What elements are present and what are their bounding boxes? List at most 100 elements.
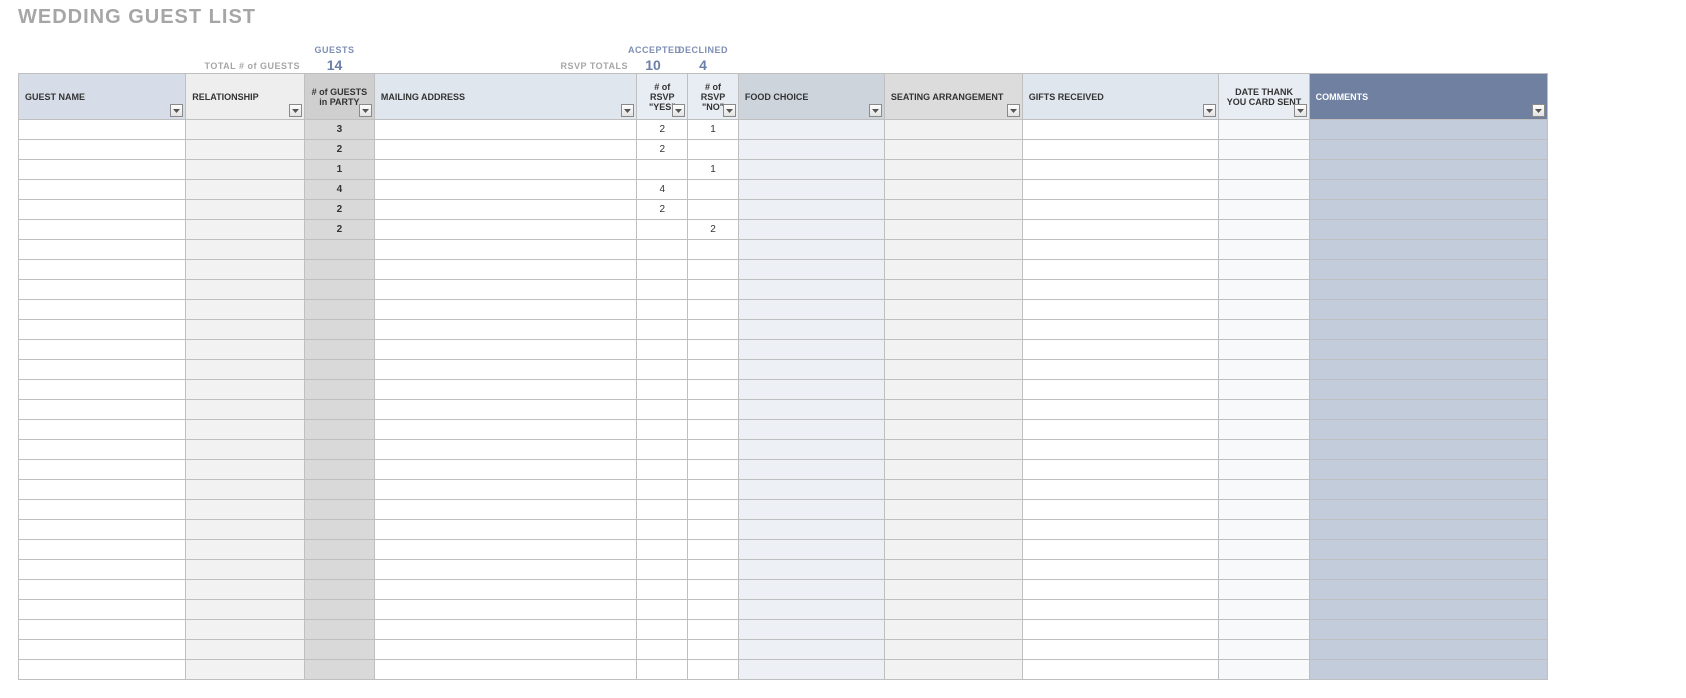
cell-food[interactable]	[738, 500, 884, 520]
cell-seat[interactable]	[884, 660, 1022, 680]
cell-seat[interactable]	[884, 220, 1022, 240]
cell-guest-name[interactable]	[19, 240, 186, 260]
cell-guest-name[interactable]	[19, 140, 186, 160]
cell-mail[interactable]	[374, 540, 637, 560]
cell-yes[interactable]	[637, 600, 688, 620]
cell-no[interactable]	[688, 200, 739, 220]
cell-relationship[interactable]	[186, 660, 305, 680]
cell-gift[interactable]	[1022, 260, 1219, 280]
cell-food[interactable]	[738, 360, 884, 380]
cell-mail[interactable]	[374, 440, 637, 460]
cell-guest-name[interactable]	[19, 660, 186, 680]
cell-comm[interactable]	[1309, 280, 1547, 300]
cell-yes[interactable]	[637, 260, 688, 280]
cell-relationship[interactable]	[186, 440, 305, 460]
cell-gift[interactable]	[1022, 360, 1219, 380]
cell-relationship[interactable]	[186, 220, 305, 240]
cell-gift[interactable]	[1022, 520, 1219, 540]
cell-thank[interactable]	[1219, 660, 1309, 680]
cell-gift[interactable]	[1022, 420, 1219, 440]
cell-yes[interactable]	[637, 380, 688, 400]
cell-thank[interactable]	[1219, 420, 1309, 440]
cell-relationship[interactable]	[186, 300, 305, 320]
cell-seat[interactable]	[884, 560, 1022, 580]
cell-gift[interactable]	[1022, 300, 1219, 320]
cell-no[interactable]	[688, 380, 739, 400]
cell-food[interactable]	[738, 420, 884, 440]
filter-icon[interactable]	[1294, 104, 1307, 117]
cell-guest-name[interactable]	[19, 160, 186, 180]
cell-party[interactable]	[304, 520, 374, 540]
cell-guest-name[interactable]	[19, 620, 186, 640]
cell-gift[interactable]	[1022, 440, 1219, 460]
cell-seat[interactable]	[884, 160, 1022, 180]
filter-icon[interactable]	[869, 104, 882, 117]
cell-relationship[interactable]	[186, 180, 305, 200]
cell-seat[interactable]	[884, 480, 1022, 500]
cell-seat[interactable]	[884, 440, 1022, 460]
cell-seat[interactable]	[884, 600, 1022, 620]
cell-mail[interactable]	[374, 160, 637, 180]
cell-mail[interactable]	[374, 340, 637, 360]
table-row[interactable]: 321	[19, 120, 1548, 140]
table-row[interactable]	[19, 560, 1548, 580]
cell-guest-name[interactable]	[19, 360, 186, 380]
cell-food[interactable]	[738, 260, 884, 280]
cell-gift[interactable]	[1022, 540, 1219, 560]
cell-seat[interactable]	[884, 640, 1022, 660]
cell-relationship[interactable]	[186, 460, 305, 480]
cell-mail[interactable]	[374, 580, 637, 600]
cell-party[interactable]: 4	[304, 180, 374, 200]
cell-yes[interactable]	[637, 540, 688, 560]
cell-no[interactable]	[688, 600, 739, 620]
cell-no[interactable]	[688, 440, 739, 460]
cell-gift[interactable]	[1022, 120, 1219, 140]
table-row[interactable]	[19, 620, 1548, 640]
cell-thank[interactable]	[1219, 620, 1309, 640]
cell-gift[interactable]	[1022, 500, 1219, 520]
filter-icon[interactable]	[289, 104, 302, 117]
filter-icon[interactable]	[723, 104, 736, 117]
cell-no[interactable]	[688, 280, 739, 300]
table-row[interactable]	[19, 240, 1548, 260]
cell-no[interactable]	[688, 540, 739, 560]
cell-mail[interactable]	[374, 420, 637, 440]
cell-comm[interactable]	[1309, 640, 1547, 660]
cell-guest-name[interactable]	[19, 180, 186, 200]
table-row[interactable]	[19, 460, 1548, 480]
cell-food[interactable]	[738, 660, 884, 680]
cell-no[interactable]	[688, 560, 739, 580]
cell-yes[interactable]	[637, 520, 688, 540]
cell-guest-name[interactable]	[19, 500, 186, 520]
cell-mail[interactable]	[374, 500, 637, 520]
table-row[interactable]	[19, 600, 1548, 620]
cell-thank[interactable]	[1219, 400, 1309, 420]
cell-party[interactable]	[304, 260, 374, 280]
cell-no[interactable]	[688, 520, 739, 540]
cell-thank[interactable]	[1219, 340, 1309, 360]
cell-thank[interactable]	[1219, 140, 1309, 160]
cell-gift[interactable]	[1022, 380, 1219, 400]
cell-no[interactable]	[688, 420, 739, 440]
cell-comm[interactable]	[1309, 160, 1547, 180]
cell-comm[interactable]	[1309, 540, 1547, 560]
filter-icon[interactable]	[621, 104, 634, 117]
cell-mail[interactable]	[374, 320, 637, 340]
cell-no[interactable]	[688, 240, 739, 260]
cell-thank[interactable]	[1219, 580, 1309, 600]
cell-no[interactable]	[688, 660, 739, 680]
cell-seat[interactable]	[884, 420, 1022, 440]
cell-food[interactable]	[738, 460, 884, 480]
cell-yes[interactable]	[637, 300, 688, 320]
table-row[interactable]	[19, 320, 1548, 340]
filter-icon[interactable]	[1532, 104, 1545, 117]
cell-seat[interactable]	[884, 620, 1022, 640]
table-row[interactable]	[19, 660, 1548, 680]
cell-yes[interactable]	[637, 400, 688, 420]
cell-mail[interactable]	[374, 260, 637, 280]
cell-mail[interactable]	[374, 620, 637, 640]
cell-seat[interactable]	[884, 180, 1022, 200]
cell-party[interactable]	[304, 360, 374, 380]
cell-party[interactable]: 1	[304, 160, 374, 180]
cell-mail[interactable]	[374, 300, 637, 320]
